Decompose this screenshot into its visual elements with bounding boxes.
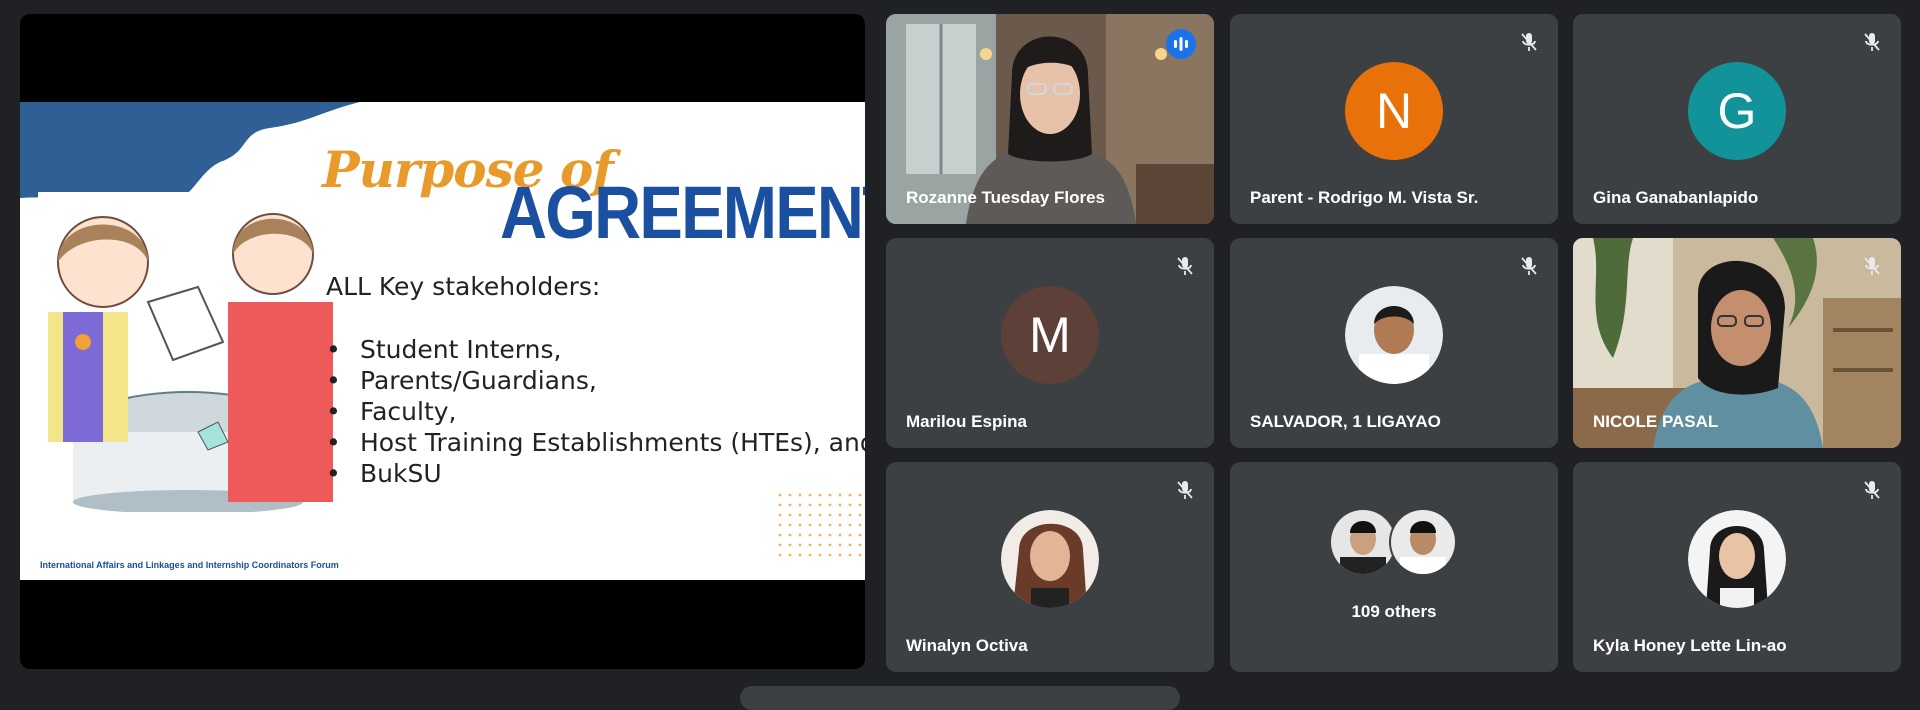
mic-off-icon xyxy=(1864,257,1880,275)
avatar: G xyxy=(1688,62,1786,160)
participant-tile-kyla[interactable]: Kyla Honey Lette Lin-ao xyxy=(1573,462,1901,672)
avatar: M xyxy=(1001,286,1099,384)
list-item: • Faculty, xyxy=(326,397,457,426)
slide-decoration-dots xyxy=(777,492,862,557)
mic-off-icon xyxy=(1864,481,1880,499)
participant-name: Kyla Honey Lette Lin-ao xyxy=(1593,636,1787,655)
slide-footer: International Affairs and Linkages and I… xyxy=(40,560,339,570)
mic-off-icon xyxy=(1521,33,1537,51)
participant-tile-rodrigo[interactable]: N Parent - Rodrigo M. Vista Sr. xyxy=(1230,14,1558,224)
stakeholders-illustration xyxy=(38,192,333,512)
participant-name: SALVADOR, 1 LIGAYAO xyxy=(1250,412,1441,431)
avatar xyxy=(1345,286,1443,384)
presentation-screen[interactable]: Purpose of AGREEMENT ALL Key stakeholder… xyxy=(20,14,865,669)
slide: Purpose of AGREEMENT ALL Key stakeholder… xyxy=(20,102,865,580)
participant-tile-marilou[interactable]: M Marilou Espina xyxy=(886,238,1214,448)
list-item: • Host Training Establishments (HTEs), an… xyxy=(326,428,865,457)
avatar xyxy=(1001,510,1099,608)
slide-title: AGREEMENT xyxy=(500,171,865,254)
participant-name: Gina Ganabanlapido xyxy=(1593,188,1759,207)
participant-name: Parent - Rodrigo M. Vista Sr. xyxy=(1250,188,1479,207)
participant-name: NICOLE PASAL xyxy=(1593,412,1719,431)
mic-off-icon xyxy=(1177,257,1193,275)
speaking-indicator-icon xyxy=(1166,29,1196,59)
participant-name: Rozanne Tuesday Flores xyxy=(906,188,1106,207)
list-item: • BukSU xyxy=(326,459,442,488)
avatar xyxy=(1688,510,1786,608)
list-item: • Parents/Guardians, xyxy=(326,366,597,395)
others-count: 109 others xyxy=(1351,602,1437,621)
mic-off-icon xyxy=(1177,481,1193,499)
participant-tile-winalyn[interactable]: Winalyn Octiva xyxy=(886,462,1214,672)
bottom-control-bar-edge xyxy=(740,686,1180,710)
participant-tile-rozanne[interactable]: Rozanne Tuesday Flores xyxy=(886,14,1214,224)
participant-tile-nicole[interactable]: NICOLE PASAL xyxy=(1573,238,1901,448)
participant-tile-others[interactable]: 109 others xyxy=(1230,462,1558,672)
participant-name: Marilou Espina xyxy=(906,412,1027,431)
participant-name: Winalyn Octiva xyxy=(906,636,1028,655)
others-avatars xyxy=(1331,509,1457,576)
slide-subtitle: ALL Key stakeholders: xyxy=(326,272,601,301)
stakeholder-list: • Student Interns, • Parents/Guardians, • F… xyxy=(326,334,865,489)
mic-off-icon xyxy=(1864,33,1880,51)
list-item: • Student Interns, xyxy=(326,335,562,364)
mic-off-icon xyxy=(1521,257,1537,275)
avatar: N xyxy=(1345,62,1443,160)
participant-tile-gina[interactable]: G Gina Ganabanlapido xyxy=(1573,14,1901,224)
participant-tile-salvador[interactable]: SALVADOR, 1 LIGAYAO xyxy=(1230,238,1558,448)
